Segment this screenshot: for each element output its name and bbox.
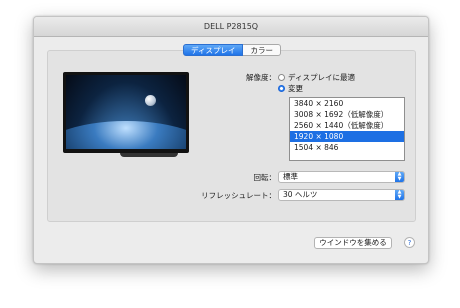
resolution-option[interactable]: 3840 × 2160 xyxy=(290,98,404,109)
radio-circle xyxy=(278,85,285,92)
window-title: DELL P2815Q xyxy=(34,17,428,37)
rotation-label: 回転： xyxy=(253,173,277,182)
moon xyxy=(145,95,156,106)
resolution-option[interactable]: 2560 × 1440（低解像度） xyxy=(290,120,404,131)
monitor-stand xyxy=(120,153,178,157)
refresh-rate-value: 30 ヘルツ xyxy=(283,190,318,199)
radio-label: 変更 xyxy=(288,84,303,93)
updown-arrows-icon: ▲ ▼ xyxy=(395,172,404,182)
resolution-list[interactable]: 3840 × 2160 3008 × 1692（低解像度） 2560 × 144… xyxy=(289,97,405,161)
radio-label: ディスプレイに最適 xyxy=(288,73,355,82)
tab-bar: ディスプレイ カラー xyxy=(183,44,281,56)
refresh-rate-popup[interactable]: 30 ヘルツ ▲ ▼ xyxy=(278,189,405,201)
resolution-option[interactable]: 3008 × 1692（低解像度） xyxy=(290,109,404,120)
rotation-popup[interactable]: 標準 ▲ ▼ xyxy=(278,171,405,183)
radio-scaled[interactable]: 変更 xyxy=(278,83,303,94)
wallpaper-preview xyxy=(66,75,186,149)
earth-horizon xyxy=(66,121,186,149)
radio-circle xyxy=(278,74,285,81)
display-preferences-window: DELL P2815Q ディスプレイ カラー 解像度： ディスプレイに最適 変更… xyxy=(33,16,429,264)
monitor-image xyxy=(63,72,189,153)
resolution-option[interactable]: 1504 × 846 xyxy=(290,142,404,153)
gather-windows-button[interactable]: ウインドウを集める xyxy=(314,237,392,249)
tab-color[interactable]: カラー xyxy=(243,44,281,56)
help-icon[interactable]: ? xyxy=(404,237,415,248)
refresh-rate-label: リフレッシュレート： xyxy=(201,191,276,200)
rotation-value: 標準 xyxy=(283,172,298,181)
radio-best-for-display[interactable]: ディスプレイに最適 xyxy=(278,72,355,83)
tab-display[interactable]: ディスプレイ xyxy=(183,44,244,56)
updown-arrows-icon: ▲ ▼ xyxy=(395,190,404,200)
resolution-label: 解像度： xyxy=(246,73,276,82)
resolution-option-selected[interactable]: 1920 × 1080 xyxy=(290,131,404,142)
